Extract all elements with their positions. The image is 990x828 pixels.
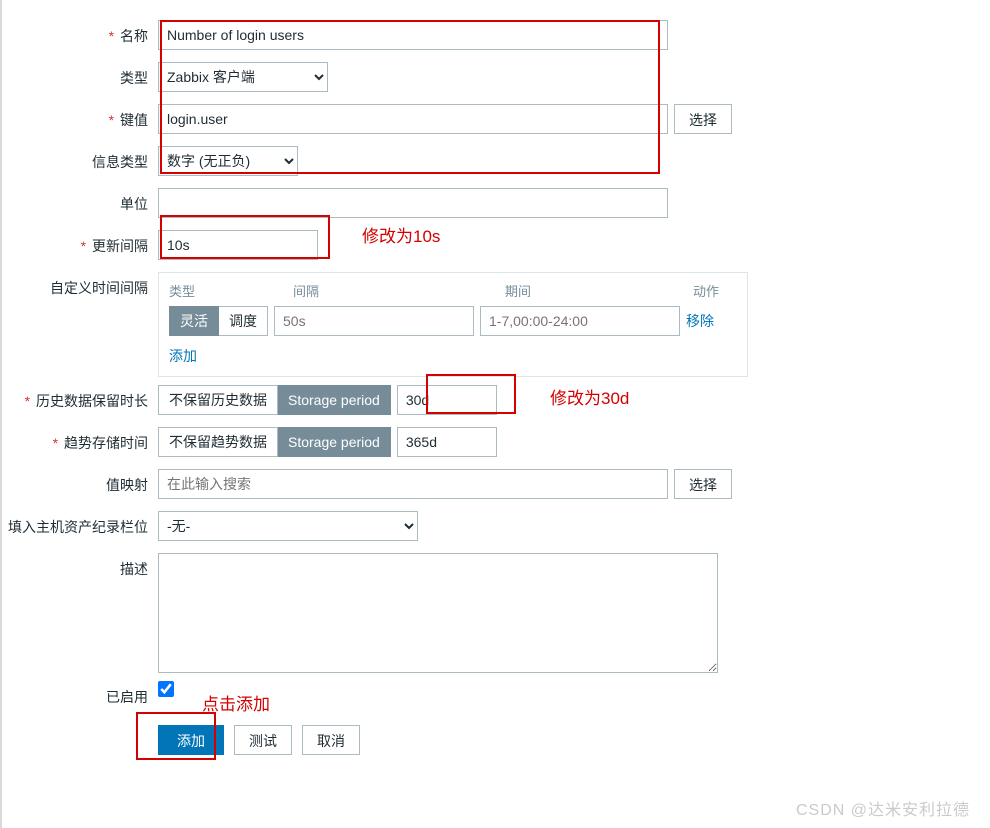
custom-intervals-box: 类型 间隔 期间 动作 灵活 调度 移除 添加 <box>158 272 748 377</box>
valuemap-select-button[interactable]: 选择 <box>674 469 732 499</box>
history-label: * 历史数据保留时长 <box>2 385 158 411</box>
description-textarea[interactable] <box>158 553 718 673</box>
name-input[interactable] <box>158 20 668 50</box>
custom-remove-link[interactable]: 移除 <box>686 311 714 331</box>
custom-header-interval: 间隔 <box>293 281 505 300</box>
inventory-select[interactable]: -无- <box>158 511 418 541</box>
annotation-text-add: 点击添加 <box>202 690 270 715</box>
update-interval-label: * 更新间隔 <box>2 230 158 256</box>
annotation-text-30d: 修改为30d <box>550 384 629 409</box>
description-label: 描述 <box>2 553 158 579</box>
seg-history-storage[interactable]: Storage period <box>278 385 391 415</box>
custom-add-link[interactable]: 添加 <box>169 348 197 364</box>
enabled-checkbox[interactable] <box>158 681 174 697</box>
infotype-select[interactable]: 数字 (无正负) <box>158 146 298 176</box>
add-button[interactable]: 添加 <box>158 725 224 755</box>
infotype-label: 信息类型 <box>2 146 158 172</box>
key-label: * 键值 <box>2 104 158 130</box>
seg-schedule[interactable]: 调度 <box>219 306 268 336</box>
seg-no-history[interactable]: 不保留历史数据 <box>158 385 278 415</box>
name-label: * 名称 <box>2 20 158 46</box>
units-label: 单位 <box>2 188 158 214</box>
seg-flexible[interactable]: 灵活 <box>169 306 219 336</box>
valuemap-label: 值映射 <box>2 469 158 495</box>
custom-header-type: 类型 <box>169 281 293 300</box>
annotation-text-10s: 修改为10s <box>362 222 440 247</box>
key-input[interactable] <box>158 104 668 134</box>
custom-header-action: 动作 <box>693 281 737 300</box>
watermark-text: CSDN @达米安利拉德 <box>796 796 970 820</box>
cancel-button[interactable]: 取消 <box>302 725 360 755</box>
inventory-label: 填入主机资产纪录栏位 <box>2 511 158 537</box>
enabled-label: 已启用 <box>2 681 158 707</box>
valuemap-input[interactable] <box>158 469 668 499</box>
custom-interval-input[interactable] <box>274 306 474 336</box>
trend-value-input[interactable] <box>397 427 497 457</box>
type-label: 类型 <box>2 62 158 88</box>
seg-no-trend[interactable]: 不保留趋势数据 <box>158 427 278 457</box>
custom-intervals-label: 自定义时间间隔 <box>2 272 158 298</box>
custom-header-period: 期间 <box>505 281 693 300</box>
type-select[interactable]: Zabbix 客户端 <box>158 62 328 92</box>
key-select-button[interactable]: 选择 <box>674 104 732 134</box>
test-button[interactable]: 测试 <box>234 725 292 755</box>
history-value-input[interactable] <box>397 385 497 415</box>
units-input[interactable] <box>158 188 668 218</box>
update-interval-input[interactable] <box>158 230 318 260</box>
custom-period-input[interactable] <box>480 306 680 336</box>
trend-label: * 趋势存储时间 <box>2 427 158 453</box>
seg-trend-storage[interactable]: Storage period <box>278 427 391 457</box>
